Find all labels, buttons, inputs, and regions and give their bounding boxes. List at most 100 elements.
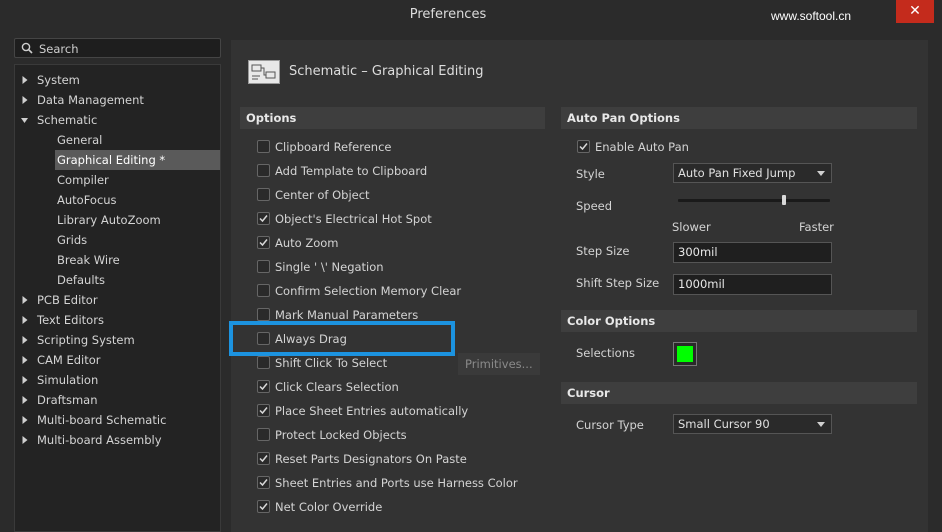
checkbox-box[interactable] [257, 140, 270, 153]
tree-item-pcb-editor[interactable]: PCB Editor [22, 290, 98, 310]
step-size-input[interactable]: 300mil [673, 242, 832, 263]
tree-item-label: Defaults [57, 273, 106, 287]
checkbox-box[interactable] [257, 428, 270, 441]
tree-item-library-autozoom[interactable]: Library AutoZoom [55, 210, 220, 230]
settings-panel: Schematic – Graphical Editing Options Pr… [229, 40, 928, 532]
option-label: Place Sheet Entries automatically [275, 404, 469, 418]
tree-item-label: Simulation [37, 373, 99, 387]
checkbox-box[interactable] [257, 236, 270, 249]
preferences-tree: System Data Management Schematic General Gra… [14, 64, 221, 532]
close-icon: ✕ [909, 3, 921, 19]
cursor-type-value: Small Cursor 90 [678, 417, 770, 431]
collapsed-arrow-icon[interactable] [21, 376, 29, 384]
checkbox-box[interactable] [257, 284, 270, 297]
checkbox-box[interactable] [257, 476, 270, 489]
option-label: Add Template to Clipboard [275, 164, 428, 178]
collapsed-arrow-icon[interactable] [21, 336, 29, 344]
checkbox-box[interactable] [257, 212, 270, 225]
tree-item-label: PCB Editor [37, 293, 98, 307]
option-label: Single ' \' Negation [275, 260, 384, 274]
check-icon [259, 479, 268, 487]
tree-item-grids[interactable]: Grids [55, 230, 220, 250]
tree-item-autofocus[interactable]: AutoFocus [55, 190, 220, 210]
checkbox-box[interactable] [257, 308, 270, 321]
auto-pan-style-dropdown[interactable]: Auto Pan Fixed Jump [673, 163, 832, 183]
checkbox-box[interactable] [257, 500, 270, 513]
tree-item-schematic[interactable]: Schematic [21, 110, 98, 130]
option-label: Click Clears Selection [275, 380, 399, 394]
check-icon [259, 383, 268, 391]
collapsed-arrow-icon[interactable] [21, 356, 29, 364]
primitives-button[interactable]: Primitives... [458, 353, 540, 375]
tree-item-system[interactable]: System [22, 70, 80, 90]
speed-slider-handle[interactable] [782, 195, 787, 205]
tree-item-text-editors[interactable]: Text Editors [22, 310, 104, 330]
selections-color-swatch[interactable] [673, 342, 697, 366]
tree-item-general[interactable]: General [55, 130, 220, 150]
expanded-arrow-icon[interactable] [21, 116, 29, 124]
tree-item-simulation[interactable]: Simulation [22, 370, 99, 390]
check-icon [259, 215, 268, 223]
checkbox-box[interactable] [257, 260, 270, 273]
faster-label: Faster [799, 220, 834, 234]
watermark-text: www.softool.cn [771, 9, 852, 23]
tree-item-graphical-editing[interactable]: Graphical Editing * [55, 150, 220, 170]
speed-label: Speed [576, 199, 613, 213]
checkbox-box[interactable] [257, 164, 270, 177]
collapsed-arrow-icon[interactable] [21, 316, 29, 324]
tree-item-label: Data Management [37, 93, 144, 107]
tree-item-multi-board-schematic[interactable]: Multi-board Schematic [22, 410, 166, 430]
checkbox-box[interactable] [257, 380, 270, 393]
close-button[interactable]: ✕ [896, 0, 934, 23]
option-label: Always Drag [275, 332, 347, 346]
style-label: Style [576, 167, 605, 181]
tree-item-label: Draftsman [37, 393, 98, 407]
window-title: Preferences [409, 7, 487, 22]
collapsed-arrow-icon[interactable] [21, 96, 29, 104]
tree-item-draftsman[interactable]: Draftsman [22, 390, 98, 410]
option-label: Auto Zoom [275, 236, 339, 250]
option-label: Object's Electrical Hot Spot [275, 212, 432, 226]
checkbox-box[interactable] [257, 356, 270, 369]
option-label: Reset Parts Designators On Paste [275, 452, 467, 466]
checkbox-box[interactable] [257, 404, 270, 417]
tree-item-compiler[interactable]: Compiler [55, 170, 220, 190]
tree-item-scripting-system[interactable]: Scripting System [22, 330, 135, 350]
tree-item-label: Scripting System [37, 333, 135, 347]
option-label: Protect Locked Objects [275, 428, 407, 442]
tree-item-multi-board-assembly[interactable]: Multi-board Assembly [22, 430, 162, 450]
tree-item-label: Break Wire [57, 253, 120, 267]
tree-item-label: General [57, 133, 103, 147]
collapsed-arrow-icon[interactable] [21, 436, 29, 444]
option-label: Clipboard Reference [275, 140, 392, 154]
tree-item-defaults[interactable]: Defaults [55, 270, 220, 290]
check-icon [259, 503, 268, 511]
checkbox-box[interactable] [257, 188, 270, 201]
tree-item-label: Compiler [57, 173, 109, 187]
collapsed-arrow-icon[interactable] [21, 296, 29, 304]
tree-item-label: Text Editors [37, 313, 104, 327]
tree-item-label: Schematic [37, 113, 98, 127]
enable-auto-pan-label: Enable Auto Pan [595, 140, 689, 154]
speed-slider[interactable] [678, 199, 830, 202]
collapsed-arrow-icon[interactable] [21, 396, 29, 404]
shift-step-size-input[interactable]: 1000mil [673, 274, 832, 295]
tree-item-label: Grids [57, 233, 88, 247]
collapsed-arrow-icon[interactable] [21, 76, 29, 84]
selections-label: Selections [576, 346, 635, 360]
search-input[interactable]: Search [14, 38, 221, 58]
checkbox-box[interactable] [577, 140, 590, 153]
tree-item-cam-editor[interactable]: CAM Editor [22, 350, 101, 370]
schematic-page-icon [248, 60, 280, 84]
check-icon [259, 455, 268, 463]
checkbox-box[interactable] [257, 452, 270, 465]
search-icon [21, 42, 33, 54]
tree-item-data-management[interactable]: Data Management [22, 90, 144, 110]
cursor-section-header: Cursor [561, 382, 917, 404]
tree-item-break-wire[interactable]: Break Wire [55, 250, 220, 270]
option-label: Center of Object [275, 188, 370, 202]
cursor-type-dropdown[interactable]: Small Cursor 90 [673, 414, 832, 434]
checkbox-box[interactable] [257, 332, 270, 345]
collapsed-arrow-icon[interactable] [21, 416, 29, 424]
option-label: Sheet Entries and Ports use Harness Colo… [275, 476, 518, 490]
